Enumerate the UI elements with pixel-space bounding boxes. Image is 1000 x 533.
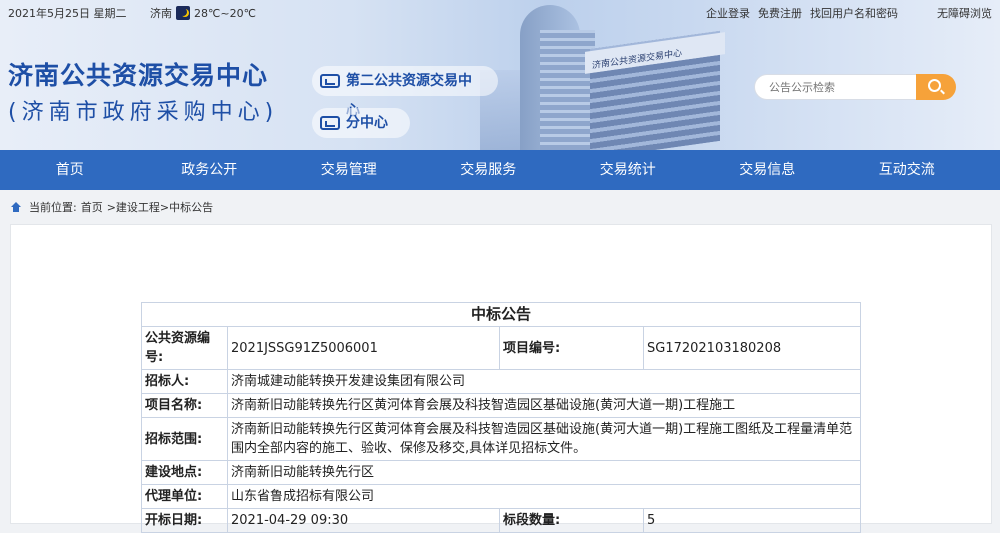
- scope-value: 济南新旧动能转换先行区黄河体育会展及科技智造园区基础设施(黄河大道一期)工程施工…: [227, 417, 861, 461]
- project-no-label: 项目编号:: [499, 326, 644, 370]
- tenderer-value: 济南城建动能转换开发建设集团有限公司: [227, 369, 861, 394]
- free-register-link[interactable]: 免费注册: [758, 5, 802, 21]
- project-no-value: SG17202103180208: [643, 326, 861, 370]
- image-icon: [320, 116, 340, 130]
- sections-value: 5: [643, 508, 861, 533]
- header: 2021年5月25日 星期二 济南 28℃~20℃ 企业登录 免费注册 找回用户…: [0, 0, 1000, 150]
- home-icon: [10, 202, 22, 212]
- branch-center-button[interactable]: 分中心: [312, 108, 410, 138]
- second-center-button[interactable]: 第二公共资源交易中心: [312, 66, 498, 119]
- sections-label: 标段数量:: [499, 508, 644, 533]
- notice-title: 中标公告: [141, 302, 861, 327]
- code-label: 公共资源编号:: [141, 326, 228, 370]
- recover-account-link[interactable]: 找回用户名和密码: [810, 5, 898, 21]
- search-input[interactable]: [754, 74, 920, 100]
- site-title[interactable]: 济南公共资源交易中心: [8, 56, 268, 92]
- site-subtitle: (济南市政府采购中心): [8, 100, 279, 125]
- search-icon: [928, 79, 941, 92]
- content-panel: 中标公告 公共资源编号: 2021JSSG91Z5006001 项目编号: SG…: [10, 224, 992, 533]
- main-nav: 首页 政务公开 交易管理 交易服务 交易统计 交易信息 互动交流: [0, 150, 1000, 190]
- building-illustration: 济南公共资源交易中心: [480, 0, 750, 150]
- nav-government-affairs[interactable]: 政务公开: [140, 150, 280, 190]
- project-name-label: 项目名称:: [141, 393, 228, 418]
- award-notice-table: 中标公告 公共资源编号: 2021JSSG91Z5006001 项目编号: SG…: [141, 302, 861, 533]
- tenderer-label: 招标人:: [141, 369, 228, 394]
- nav-interaction[interactable]: 互动交流: [837, 150, 977, 190]
- breadcrumb-path: >建设工程>中标公告: [106, 201, 214, 214]
- accessibility-link[interactable]: 无障碍浏览: [937, 5, 992, 21]
- agent-label: 代理单位:: [141, 484, 228, 509]
- search-box: [754, 74, 956, 100]
- nav-trade-statistics[interactable]: 交易统计: [558, 150, 698, 190]
- weather: 济南 28℃~20℃: [150, 5, 256, 21]
- nav-trade-services[interactable]: 交易服务: [419, 150, 559, 190]
- open-date-value: 2021-04-29 09:30: [227, 508, 500, 533]
- weather-temperature: 28℃~20℃: [194, 6, 256, 20]
- current-date: 2021年5月25日 星期二: [8, 7, 127, 20]
- nav-trade-info[interactable]: 交易信息: [698, 150, 838, 190]
- weather-city: 济南: [150, 7, 172, 20]
- location-value: 济南新旧动能转换先行区: [227, 460, 861, 485]
- image-icon: [320, 74, 340, 88]
- breadcrumb: 当前位置: 首页 >建设工程>中标公告: [0, 190, 1000, 224]
- code-value: 2021JSSG91Z5006001: [227, 326, 500, 370]
- search-button[interactable]: [916, 74, 956, 100]
- nav-trade-management[interactable]: 交易管理: [279, 150, 419, 190]
- night-moon-icon: [176, 6, 190, 20]
- project-name-value: 济南新旧动能转换先行区黄河体育会展及科技智造园区基础设施(黄河大道一期)工程施工: [227, 393, 861, 418]
- nav-home[interactable]: 首页: [0, 150, 140, 190]
- scope-label: 招标范围:: [141, 417, 228, 461]
- branch-center-label: 分中心: [346, 115, 388, 131]
- breadcrumb-label: 当前位置:: [29, 201, 77, 214]
- location-label: 建设地点:: [141, 460, 228, 485]
- breadcrumb-home-link[interactable]: 首页: [81, 199, 103, 215]
- open-date-label: 开标日期:: [141, 508, 228, 533]
- agent-value: 山东省鲁成招标有限公司: [227, 484, 861, 509]
